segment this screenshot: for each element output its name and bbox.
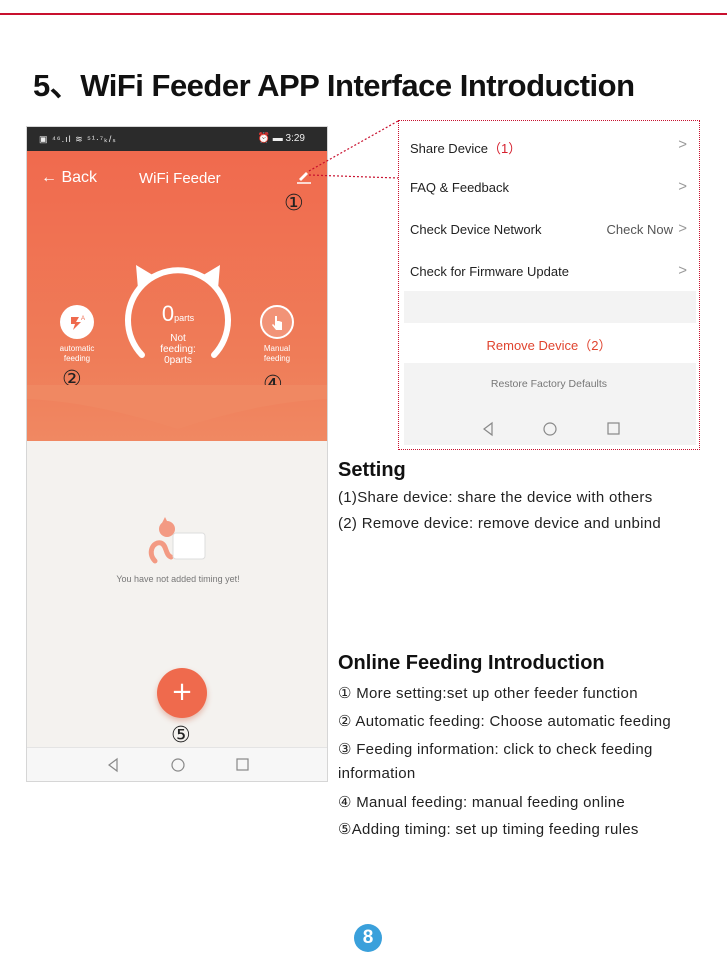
automatic-feeding-button[interactable]: A [60, 305, 94, 339]
status-right: ⏰ ▬ 3:29 [257, 133, 305, 144]
online-feeding-heading: Online Feeding Introduction [338, 652, 605, 674]
nav-recent-icon [236, 758, 249, 771]
faq-feedback-label: FAQ & Feedback [410, 180, 509, 195]
check-network-row[interactable]: Check Device Network Check Now > [399, 208, 699, 250]
online-line-3a: ③ Feeding information: click to check fe… [338, 741, 653, 758]
header-wave [27, 385, 327, 429]
chevron-right-icon: > [678, 262, 687, 279]
panel-nav-bar [404, 413, 696, 445]
share-device-row[interactable]: Share Device（1） > [399, 124, 699, 166]
nav-home-icon [171, 758, 185, 772]
marker-1: ① [284, 191, 304, 216]
remove-device-marker: （2） [578, 338, 612, 353]
nav-buttons [108, 757, 249, 773]
nav-home-icon [543, 422, 557, 436]
feed-amount: 0parts [122, 301, 234, 327]
empty-state-cat-icon [148, 517, 206, 564]
page-number-badge: 8 [354, 924, 382, 952]
online-line-4: ④ Manual feeding: manual feeding online [338, 794, 626, 811]
nav-back-icon [108, 757, 118, 773]
feed-status: Not feeding: 0parts [122, 333, 234, 366]
feed-status-ring[interactable]: 0parts Not feeding: 0parts [122, 259, 234, 375]
check-network-label: Check Device Network [410, 222, 542, 237]
feed-status-line-2: feeding: [160, 344, 196, 355]
panel-nav-buttons [483, 421, 620, 437]
feed-status-line-1: Not [170, 333, 186, 344]
add-timing-button[interactable]: + [157, 668, 207, 718]
manual-label-line-2: feeding [263, 354, 291, 363]
remove-device-button[interactable]: Remove Device（2） [399, 335, 699, 354]
chevron-right-icon: > [678, 220, 687, 237]
setting-line-2: (2) Remove device: remove device and unb… [338, 515, 662, 532]
hand-tap-icon [272, 316, 282, 330]
nav-back-icon [483, 421, 493, 437]
firmware-update-row[interactable]: Check for Firmware Update > [399, 250, 699, 292]
svg-text:A: A [81, 316, 85, 322]
restore-factory-button[interactable]: Restore Factory Defaults [399, 378, 699, 390]
feed-amount-unit: parts [174, 313, 195, 323]
phone-nav-bar [27, 747, 327, 781]
auto-label-line-1: automatic [59, 344, 95, 353]
automatic-feeding-label: automatic feeding [42, 344, 112, 364]
online-line-2: ② Automatic feeding: Choose automatic fe… [338, 713, 671, 730]
chevron-right-icon: > [678, 136, 687, 153]
share-device-marker: （1） [488, 141, 522, 156]
auto-label-line-2: feeding [63, 354, 91, 363]
share-device-label: Share Device [410, 141, 489, 156]
chevron-right-icon: > [678, 178, 687, 195]
top-rule [0, 13, 727, 15]
firmware-update-label: Check for Firmware Update [410, 264, 569, 279]
feed-amount-value: 0 [161, 301, 175, 326]
faq-feedback-row[interactable]: FAQ & Feedback > [399, 166, 699, 208]
online-line-3b: information [338, 765, 416, 782]
check-now-link[interactable]: Check Now [607, 222, 673, 237]
manual-feeding-button[interactable] [260, 305, 294, 339]
setting-heading: Setting [338, 459, 406, 481]
nav-recent-icon [607, 422, 620, 435]
back-button[interactable]: ← Back [41, 169, 97, 187]
status-left: ▣ ⁴⁶.ıl ≋ ⁵¹·⁷ₖ/ₛ [39, 134, 117, 144]
status-bar: ▣ ⁴⁶.ıl ≋ ⁵¹·⁷ₖ/ₛ ⏰ ▬ 3:29 [27, 127, 327, 151]
online-line-1: ① More setting:set up other feeder funct… [338, 685, 638, 702]
manual-feeding-label: Manual feeding [242, 344, 312, 364]
marker-5: ⑤ [171, 723, 191, 748]
app-title: WiFi Feeder [139, 170, 221, 187]
remove-device-label: Remove Device [486, 338, 579, 353]
online-line-5: ⑤Adding timing: set up timing feeding ru… [338, 821, 639, 838]
section-gap [404, 291, 696, 323]
setting-line-1: (1)Share device: share the device with o… [338, 489, 653, 506]
edit-icon[interactable] [295, 167, 313, 185]
auto-feed-icon: A [71, 316, 85, 330]
manual-label-line-1: Manual [263, 344, 291, 353]
page-title: 5、WiFi Feeder APP Interface Introduction [33, 68, 635, 103]
empty-state-text: You have not added timing yet! [116, 574, 240, 584]
phone-screenshot: ▣ ⁴⁶.ıl ≋ ⁵¹·⁷ₖ/ₛ ⏰ ▬ 3:29 ← Back WiFi F… [26, 126, 328, 782]
feed-status-line-3: 0parts [164, 355, 192, 366]
settings-panel: Share Device（1） > FAQ & Feedback > Check… [398, 120, 700, 450]
